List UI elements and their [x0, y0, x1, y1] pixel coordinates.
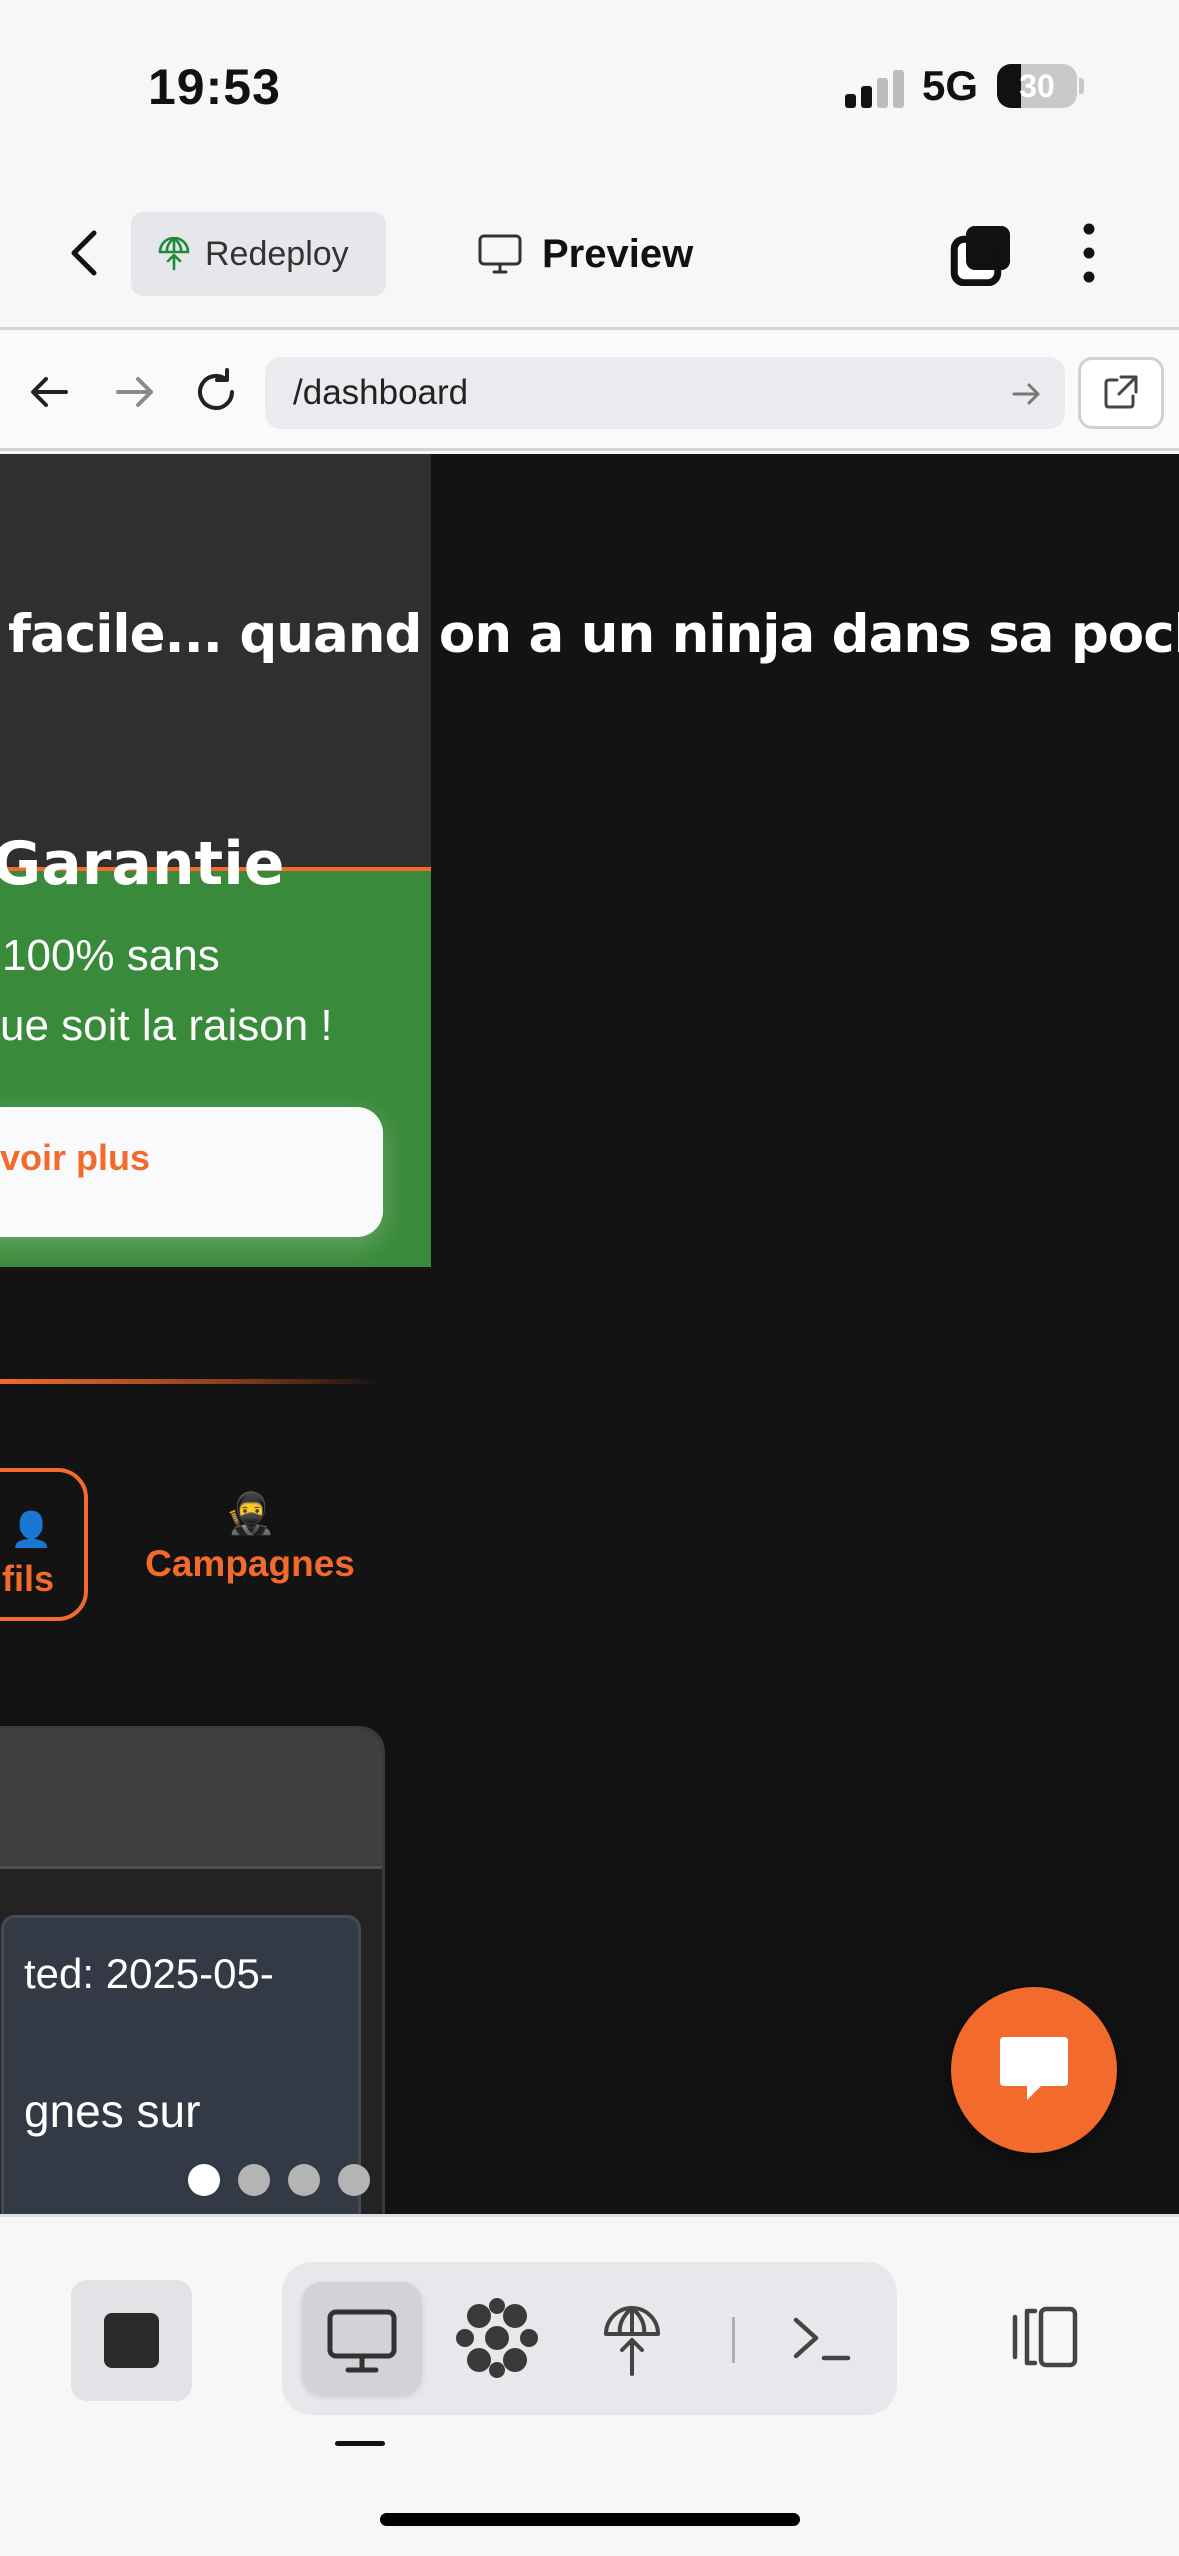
external-link-icon [1104, 375, 1138, 409]
chat-button[interactable] [951, 1987, 1117, 2153]
tab-profiles[interactable]: 👤 fils [0, 1468, 88, 1621]
view-switcher [282, 2262, 897, 2415]
ninja-icon: 🥷 [225, 1492, 275, 1536]
user-icon: 👤 [10, 1511, 53, 1549]
deploy-icon [604, 2306, 660, 2376]
tabs-button[interactable] [950, 224, 1012, 286]
terminal-view-button[interactable] [762, 2282, 882, 2395]
carousel-dot[interactable] [188, 2164, 220, 2196]
guarantee-text-line1: 100% sans [2, 931, 220, 980]
see-more-button[interactable]: voir plus [0, 1107, 383, 1237]
more-options-button[interactable] [1066, 220, 1112, 286]
monitor-icon [478, 234, 522, 274]
carousel-dot[interactable] [338, 2164, 370, 2196]
home-indicator [380, 2513, 800, 2526]
deploy-icon [158, 237, 190, 271]
battery-icon: 30 [997, 64, 1077, 108]
tab-profiles-label: fils [2, 1558, 55, 1599]
split-view-icon [1012, 2306, 1078, 2368]
campaign-item-date: ted: 2025-05- [24, 1950, 274, 1997]
address-bar: /dashboard [0, 333, 1179, 451]
see-more-label: voir plus [0, 1137, 151, 1178]
reload-button[interactable] [190, 366, 242, 418]
arrow-right-icon [116, 377, 153, 407]
carousel-dots [188, 2164, 370, 2196]
card-header [0, 1729, 382, 1869]
section-divider [0, 1379, 380, 1384]
browser-forward-button[interactable] [108, 366, 160, 418]
redeploy-label: Redeploy [205, 234, 349, 273]
url-text: /dashboard [293, 373, 469, 412]
network-type: 5G [922, 62, 979, 109]
hero-tagline: facile... quand on a un ninja dans sa po… [8, 604, 1179, 665]
clock: 19:53 [148, 59, 281, 115]
battery-level: 30 [1019, 68, 1055, 104]
toolbar-divider [732, 2317, 735, 2363]
chat-icon [1000, 2037, 1068, 2100]
nodes-icon [456, 2298, 538, 2378]
guarantee-text-line2: ue soit la raison ! [0, 1001, 333, 1050]
campaign-item-text: gnes sur [24, 2085, 201, 2137]
web-preview: facile... quand on a un ninja dans sa po… [0, 454, 1179, 2214]
chevron-left-icon [71, 230, 97, 276]
preview-tab[interactable]: Preview [478, 224, 693, 284]
tabs-icon [950, 226, 1010, 286]
back-button[interactable] [58, 225, 114, 281]
battery-nub [1079, 78, 1084, 94]
split-view-button[interactable] [1005, 2297, 1085, 2377]
active-view-indicator [335, 2441, 385, 2446]
app-header: Redeploy Preview [0, 170, 1179, 330]
browser-back-button[interactable] [24, 366, 76, 418]
url-field[interactable]: /dashboard [265, 357, 1065, 429]
guarantee-title: Garantie [0, 829, 285, 899]
open-external-button[interactable] [1078, 357, 1164, 429]
signal-icon [845, 70, 907, 108]
tab-campaigns-label: Campagnes [145, 1543, 355, 1584]
go-arrow-icon[interactable] [1009, 377, 1043, 411]
stop-icon [104, 2313, 159, 2368]
reload-icon [198, 368, 234, 410]
status-bar: 19:53 5G 30 [0, 0, 1179, 170]
monitor-icon [327, 2309, 397, 2373]
carousel-dot[interactable] [288, 2164, 320, 2196]
preview-view-button[interactable] [302, 2282, 422, 2395]
more-vertical-icon [1083, 223, 1095, 283]
integrations-view-button[interactable] [437, 2282, 557, 2395]
stop-button[interactable] [71, 2280, 192, 2401]
bottom-toolbar [0, 2214, 1179, 2556]
terminal-icon [793, 2317, 851, 2361]
preview-label: Preview [542, 231, 694, 276]
tab-campaigns[interactable]: 🥷 Campagnes [140, 1490, 360, 1600]
redeploy-button[interactable]: Redeploy [131, 212, 386, 296]
carousel-dot[interactable] [238, 2164, 270, 2196]
campaign-card: ted: 2025-05- gnes sur [0, 1726, 385, 2214]
arrow-left-icon [31, 377, 68, 407]
deploy-view-button[interactable] [572, 2282, 692, 2395]
